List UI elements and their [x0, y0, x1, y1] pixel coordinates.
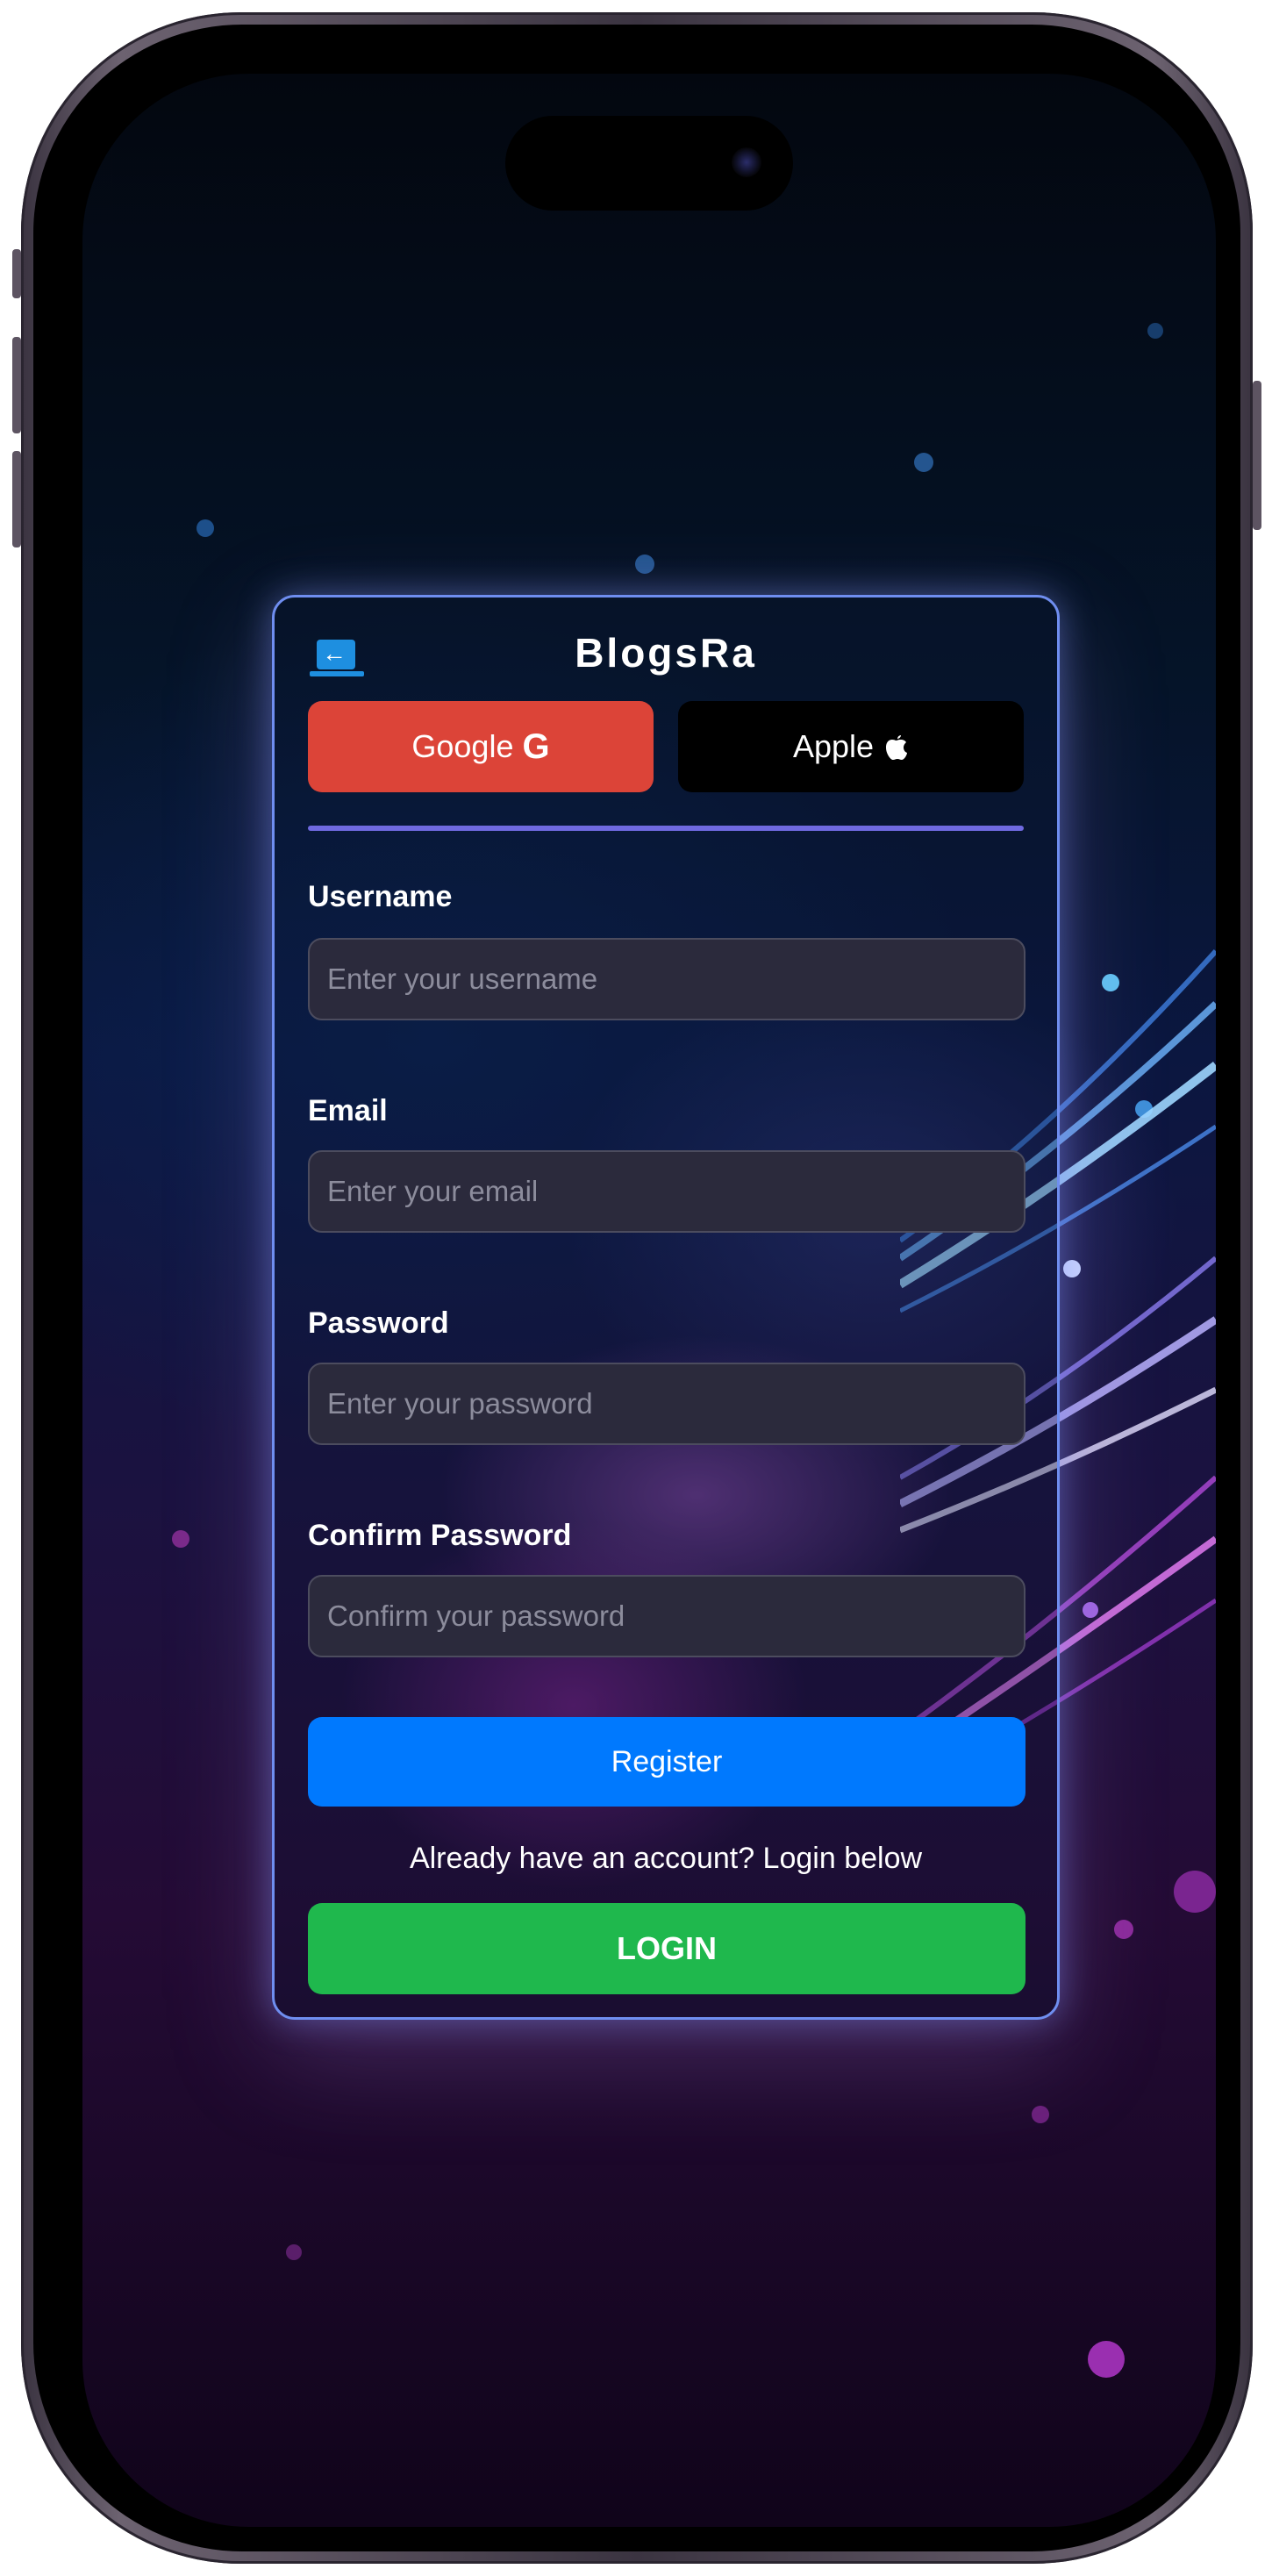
- login-button[interactable]: LOGIN: [308, 1903, 1025, 1994]
- power-button: [1253, 381, 1261, 530]
- brand-title: BlogsRa: [575, 630, 757, 676]
- register-button[interactable]: Register: [308, 1717, 1025, 1807]
- google-g-icon: G: [522, 726, 550, 766]
- password-input[interactable]: [308, 1363, 1025, 1445]
- front-camera: [732, 147, 761, 177]
- bokeh-dot: [1147, 323, 1163, 339]
- google-button[interactable]: Google G: [308, 701, 654, 792]
- phone-frame: ← BlogsRa Google G Apple Username Enter …: [12, 12, 1261, 2564]
- confirm-password-input[interactable]: [308, 1575, 1025, 1657]
- bokeh-dot: [635, 555, 654, 574]
- confirm-password-label: Confirm Password: [308, 1519, 572, 1552]
- bokeh-dot: [197, 519, 214, 537]
- dynamic-island: [505, 116, 793, 211]
- register-card: ← BlogsRa Google G Apple Username Enter …: [272, 595, 1060, 2020]
- apple-icon: [886, 735, 908, 760]
- username-input[interactable]: [308, 938, 1025, 1020]
- apple-button-label: Apple: [792, 728, 875, 764]
- apple-button[interactable]: Apple: [678, 701, 1024, 792]
- bokeh-dot: [286, 2244, 302, 2260]
- bokeh-dot: [914, 453, 933, 472]
- google-button-label: Google: [411, 728, 514, 764]
- phone-bezel: ← BlogsRa Google G Apple Username Enter …: [33, 25, 1240, 2551]
- action-button: [12, 249, 21, 298]
- bokeh-dot: [1114, 1920, 1133, 1939]
- login-prompt: Already have an account? Login below: [409, 1842, 923, 1875]
- screen: ← BlogsRa Google G Apple Username Enter …: [82, 74, 1216, 2527]
- bokeh-dot: [1088, 2341, 1125, 2378]
- social-login-row: Google G Apple: [308, 701, 1024, 792]
- username-label: Username: [308, 880, 453, 913]
- divider: [308, 826, 1024, 831]
- email-label: Email: [308, 1094, 388, 1127]
- volume-down-button: [12, 451, 21, 547]
- password-label: Password: [308, 1306, 449, 1340]
- bokeh-dot: [1032, 2106, 1049, 2123]
- volume-up-button: [12, 337, 21, 433]
- email-input[interactable]: [308, 1150, 1025, 1233]
- bokeh-dot: [172, 1530, 189, 1548]
